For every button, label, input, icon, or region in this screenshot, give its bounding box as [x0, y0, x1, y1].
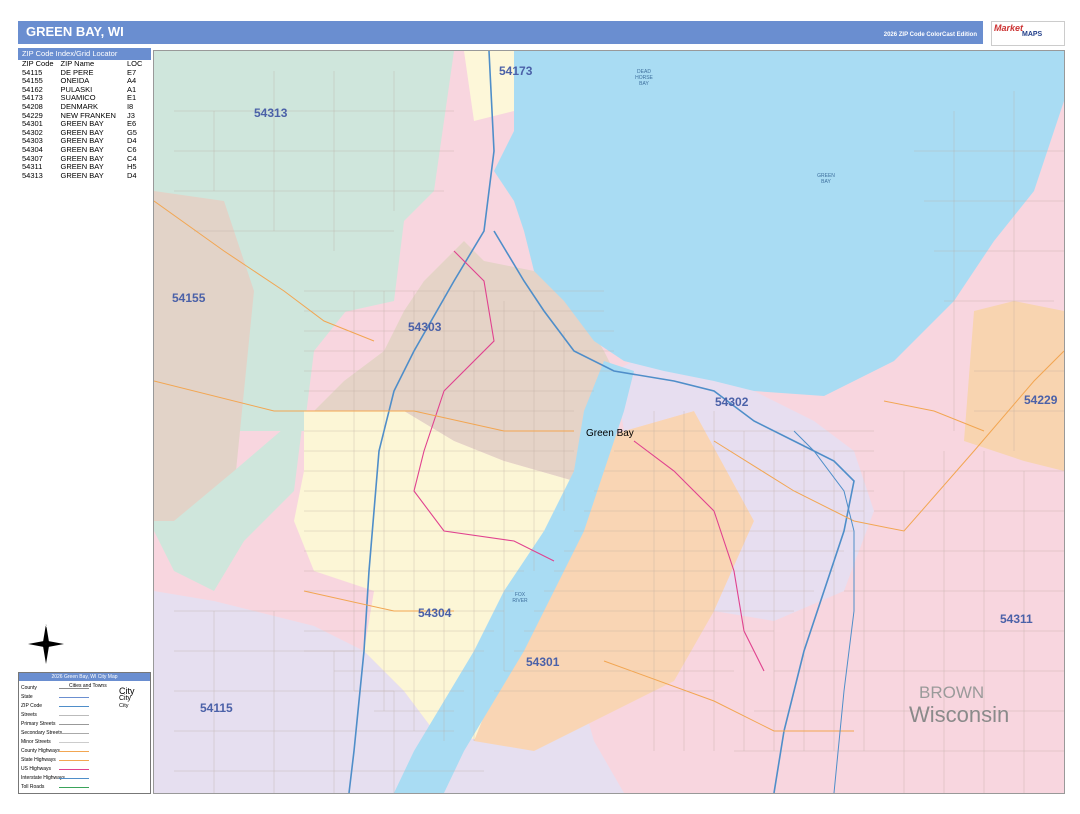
zip-name-cell: GREEN BAY	[60, 170, 104, 180]
legend-item: Toll Roads	[21, 784, 45, 790]
county-label: BROWN	[919, 683, 984, 702]
legend-city-medium: City	[119, 695, 132, 702]
legend-item: Streets	[21, 712, 37, 718]
water-label-bay: BAY	[639, 81, 649, 87]
legend-item: US Highways	[21, 766, 52, 772]
compass-n: N	[44, 624, 48, 630]
zip-label-54229: 54229	[1024, 393, 1058, 407]
zip-index-panel: ZIP Code Index/Grid Locator ZIP Code ZIP…	[18, 48, 151, 180]
legend-item: Secondary Streets	[21, 730, 63, 736]
map-title: GREEN BAY, WI	[26, 24, 124, 39]
zip-label-54301: 54301	[526, 655, 560, 669]
logo-text: Market	[994, 23, 1024, 33]
legend-item: ZIP Code	[21, 703, 43, 709]
legend-swatch	[59, 751, 89, 752]
legend-swatch	[59, 778, 89, 779]
map-legend: 2026 Green Bay, WI City Map Cities and T…	[18, 672, 151, 794]
legend-item: County	[21, 685, 37, 691]
zip-label-54311: 54311	[1000, 612, 1033, 626]
title-bar: GREEN BAY, WI 2026 ZIP Code ColorCast Ed…	[18, 21, 983, 44]
zip-label-54304: 54304	[418, 606, 452, 620]
zip-label-54302: 54302	[715, 395, 749, 409]
legend-swatch	[59, 760, 89, 761]
legend-swatch	[59, 715, 89, 716]
legend-item: State	[21, 694, 33, 700]
zip-code-cell: 54313	[22, 170, 43, 180]
zip-index-table: ZIP Code ZIP Name LOC 54115 DE PERE E7 5415…	[18, 59, 145, 181]
zip-label-54115: 54115	[200, 701, 233, 715]
zip-index-row: 54313 GREEN BAY D4	[18, 170, 145, 181]
legend-swatch	[59, 688, 89, 689]
legend-swatch	[59, 769, 89, 770]
legend-item: Minor Streets	[21, 739, 51, 745]
legend-swatch	[59, 742, 89, 743]
map-frame[interactable]: DEAD HORSE BAY GREEN BAY FOX RIVER 54173…	[153, 50, 1065, 794]
edition-label: 2026 ZIP Code ColorCast Edition	[883, 32, 977, 38]
water-label-river: RIVER	[512, 598, 528, 604]
legend-swatch	[59, 697, 89, 698]
zip-loc-cell: D4	[126, 170, 137, 180]
zip-label-54173: 54173	[499, 64, 533, 78]
legend-heading: 2026 Green Bay, WI City Map	[19, 673, 150, 681]
zip-label-54313: 54313	[254, 106, 288, 120]
legend-swatch	[59, 706, 89, 707]
legend-city-small: City	[119, 703, 129, 709]
water-label-green-bay: BAY	[821, 179, 831, 185]
zip-label-54303: 54303	[408, 320, 442, 334]
legend-swatch	[59, 787, 89, 788]
logo-maps-text: MAPS	[1022, 31, 1043, 38]
zip-label-54155: 54155	[172, 291, 206, 305]
compass-rose: N	[26, 622, 66, 666]
legend-item: County Highways	[21, 748, 60, 754]
market-maps-logo: Market MAPS	[991, 21, 1065, 46]
legend-swatch	[59, 733, 89, 734]
legend-item: Primary Streets	[21, 721, 56, 727]
street-map: DEAD HORSE BAY GREEN BAY FOX RIVER 54173…	[154, 51, 1064, 793]
legend-swatch	[59, 724, 89, 725]
legend-item: State Highways	[21, 757, 56, 763]
state-label: Wisconsin	[909, 702, 1009, 727]
city-label-green-bay: Green Bay	[586, 428, 634, 439]
